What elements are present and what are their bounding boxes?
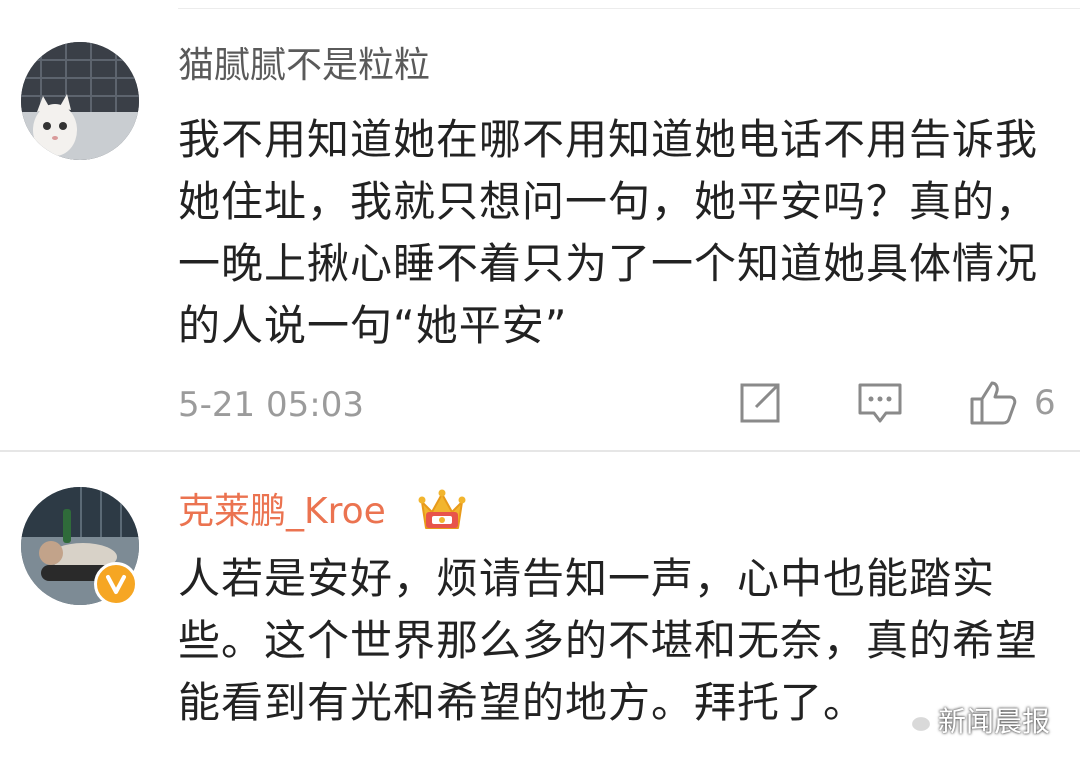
repost-icon — [740, 383, 780, 423]
wechat-icon — [898, 705, 932, 734]
verified-v-icon — [94, 562, 138, 606]
like-button[interactable]: 6 — [968, 379, 1056, 427]
repost-button[interactable] — [736, 379, 784, 427]
username[interactable]: 猫腻腻不是粒粒 — [178, 46, 430, 86]
comment-item: 猫腻腻不是粒粒 我不用知道她在哪不用知道她电话不用告诉我她住址，我就只想问一句，… — [0, 0, 1080, 450]
like-count: 6 — [1034, 383, 1056, 423]
user-avatar[interactable] — [21, 42, 139, 160]
watermark: 新闻晨报 — [898, 700, 1050, 740]
comment-icon — [858, 383, 902, 423]
comment-meta: 5-21 05:03 6 — [0, 375, 1080, 435]
crown-icon — [418, 488, 466, 534]
comment-text: 我不用知道她在哪不用知道她电话不用告诉我她住址，我就只想问一句，她平安吗？真的，… — [178, 115, 1039, 350]
username[interactable]: 克莱鹏_Kroe — [178, 492, 386, 532]
watermark-text: 新闻晨报 — [938, 705, 1051, 738]
comment-button[interactable] — [856, 379, 904, 427]
timestamp: 5-21 05:03 — [178, 385, 364, 425]
thumbs-up-icon — [970, 381, 1017, 425]
